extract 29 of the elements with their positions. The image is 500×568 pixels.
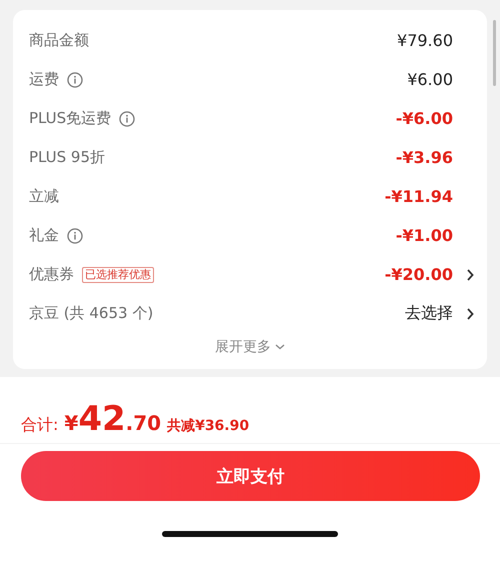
total-label: 合计: [21,415,58,436]
row-value[interactable]: -¥20.00 [384,265,453,284]
info-icon[interactable] [67,72,83,88]
row-label: 商品金额 [29,31,89,50]
info-icon[interactable] [119,110,136,126]
row-label: 优惠券 [29,265,74,284]
scroll-bar [493,20,496,86]
row-label: 礼金 [29,226,59,245]
pay-button[interactable]: 立即支付 [21,451,480,501]
row-value[interactable]: 去选择 [405,303,453,324]
row-value: ¥79.60 [397,31,453,50]
expand-more-link[interactable]: 展开更多 [215,338,271,356]
currency-symbol: ¥ [64,411,78,435]
row-label: PLUS免运费 [29,109,112,128]
row-value: -¥11.94 [384,187,453,206]
info-icon[interactable] [67,228,83,244]
row-value: -¥1.00 [396,226,453,245]
row-label: 运费 [29,70,59,89]
total-decimal: .70 [126,411,162,435]
row-value: -¥6.00 [396,109,453,128]
row-value: ¥6.00 [407,70,453,89]
total-amount: 42 [78,399,126,439]
saved-amount: 共减¥36.90 [167,417,250,435]
recommended-tag: 已选推荐优惠 [82,266,154,282]
chevron-down-icon [275,344,285,350]
row-label: 立减 [29,187,59,206]
row-label: 京豆 (共 4653 个) [29,304,154,323]
row-value: -¥3.96 [396,148,453,167]
row-label: PLUS 95折 [29,148,106,167]
